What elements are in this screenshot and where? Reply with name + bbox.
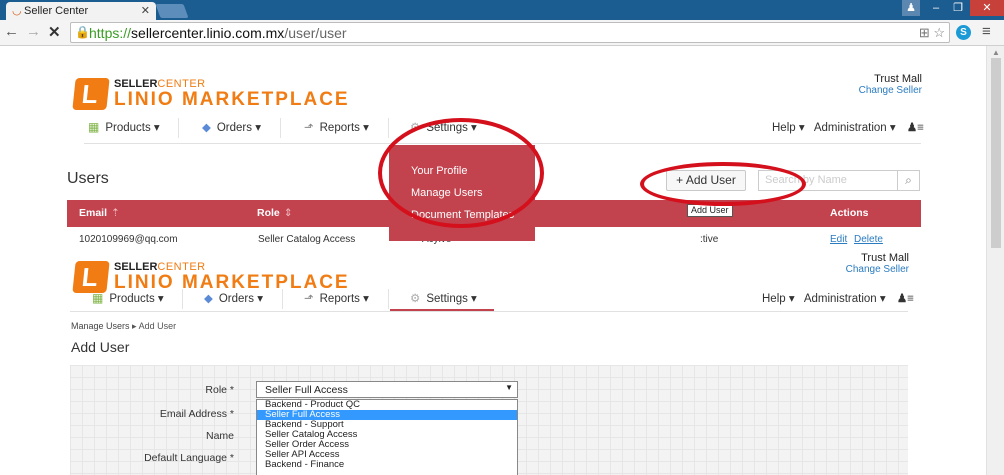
annotation-circle: [378, 118, 544, 228]
breadcrumb: Manage Users ▸ Add User: [71, 321, 176, 332]
page-scrollbar[interactable]: ▲: [986, 46, 1004, 475]
nav-reports[interactable]: ⬏ Reports ▾: [304, 291, 369, 305]
breadcrumb-manage-users[interactable]: Manage Users: [71, 321, 130, 331]
nav-orders[interactable]: ◆ Orders ▾: [204, 291, 263, 305]
column-actions: Actions: [830, 207, 869, 219]
new-tab-button[interactable]: [155, 4, 189, 18]
page-title: Users: [67, 170, 109, 187]
chart-icon: ⬏: [304, 122, 314, 134]
linio-logo[interactable]: SELLERCENTER LINIO MARKETPLACE: [72, 72, 348, 112]
shop-name: Trust Mall: [861, 252, 909, 264]
maximize-icon[interactable]: ❐: [948, 0, 968, 16]
edit-link[interactable]: Edit: [830, 234, 847, 245]
annotation-circle: [640, 162, 806, 206]
url-text: https://sellercenter.linio.com.mx/user/u…: [89, 25, 347, 41]
close-window-icon[interactable]: ✕: [970, 0, 1004, 16]
right-nav: Help ▾ Administration ▾ ♟≡: [762, 291, 914, 305]
nav-orders[interactable]: ◆ Orders ▾: [202, 120, 261, 134]
change-seller-link[interactable]: Change Seller: [846, 264, 909, 275]
role-option[interactable]: Backend - Finance: [257, 460, 517, 470]
row-active: :tive: [700, 234, 719, 245]
nav-products[interactable]: ▦ Products ▾: [88, 120, 160, 134]
search-icon[interactable]: ⌕: [897, 171, 919, 190]
back-arrow-icon[interactable]: ←: [4, 23, 19, 40]
tab-title: Seller Center: [24, 5, 89, 17]
right-nav: Help ▾ Administration ▾ ♟≡: [772, 120, 924, 134]
browser-menu-icon[interactable]: ≡: [982, 23, 991, 40]
nav-help[interactable]: Help ▾: [762, 293, 795, 305]
row-role: Seller Catalog Access: [258, 234, 356, 245]
delete-link[interactable]: Delete: [854, 234, 883, 245]
page-title: Add User: [71, 339, 130, 355]
scroll-thumb[interactable]: [991, 58, 1001, 248]
skype-extension-icon[interactable]: S: [956, 25, 971, 40]
bookmark-star-icon[interactable]: ⊞ ☆: [919, 25, 945, 41]
role-options-list: Backend - Product QC Seller Full Access …: [256, 399, 518, 475]
language-label: Default Language *: [144, 452, 234, 464]
shop-name: Trust Mall: [874, 73, 922, 85]
nav-settings[interactable]: ⚙ Settings ▾: [410, 291, 477, 305]
sort-icon: ⇕: [283, 207, 293, 219]
shop-info: Trust Mall Change Seller: [859, 73, 922, 96]
role-select[interactable]: Seller Full Access ▼: [256, 381, 518, 398]
chevron-down-icon: ▼: [505, 383, 513, 392]
linio-logo-icon: [72, 78, 110, 110]
nav-help[interactable]: Help ▾: [772, 122, 805, 134]
role-label: Role *: [205, 384, 234, 396]
close-tab-icon[interactable]: ✕: [141, 4, 150, 17]
favicon-icon: ◡: [12, 5, 22, 17]
user-menu-icon[interactable]: ♟≡: [907, 122, 924, 134]
tag-icon: ◆: [204, 293, 213, 305]
grid-icon: ▦: [92, 291, 104, 305]
stop-icon[interactable]: ✕: [48, 23, 61, 41]
name-label: Name: [205, 430, 234, 442]
grid-icon: ▦: [88, 120, 100, 134]
scroll-up-icon[interactable]: ▲: [992, 48, 1000, 57]
minimize-icon[interactable]: –: [926, 0, 946, 16]
browser-tab-strip: ◡ Seller Center ✕ ♟ – ❐ ✕: [0, 0, 1004, 20]
nav-reports[interactable]: ⬏ Reports ▾: [304, 120, 369, 134]
address-bar[interactable]: 🔒 https://sellercenter.linio.com.mx/user…: [70, 22, 950, 43]
gear-icon: ⚙: [410, 293, 421, 305]
lock-icon: 🔒: [75, 25, 90, 39]
sort-icon: ⇡: [111, 207, 120, 219]
email-label: Email Address *: [159, 408, 234, 420]
column-role[interactable]: Role ⇕: [257, 207, 293, 219]
shop-info: Trust Mall Change Seller: [846, 252, 909, 275]
change-seller-link[interactable]: Change Seller: [859, 85, 922, 96]
row-email: 1020109969@qq.com: [79, 234, 178, 245]
nav-administration[interactable]: Administration ▾: [804, 293, 886, 305]
chart-icon: ⬏: [304, 293, 314, 305]
breadcrumb-current: Add User: [138, 321, 177, 331]
browser-tab[interactable]: ◡ Seller Center ✕: [6, 2, 156, 20]
browser-toolbar: ← → ✕ 🔒 https://sellercenter.linio.com.m…: [0, 20, 1004, 46]
nav-administration[interactable]: Administration ▾: [814, 122, 896, 134]
forward-arrow-icon[interactable]: →: [26, 23, 41, 40]
nav-products[interactable]: ▦ Products ▾: [92, 291, 164, 305]
column-email[interactable]: Email ⇡: [79, 207, 120, 219]
tag-icon: ◆: [202, 122, 211, 134]
user-menu-icon[interactable]: ♟≡: [897, 293, 914, 305]
user-profile-icon[interactable]: ♟: [902, 0, 920, 16]
